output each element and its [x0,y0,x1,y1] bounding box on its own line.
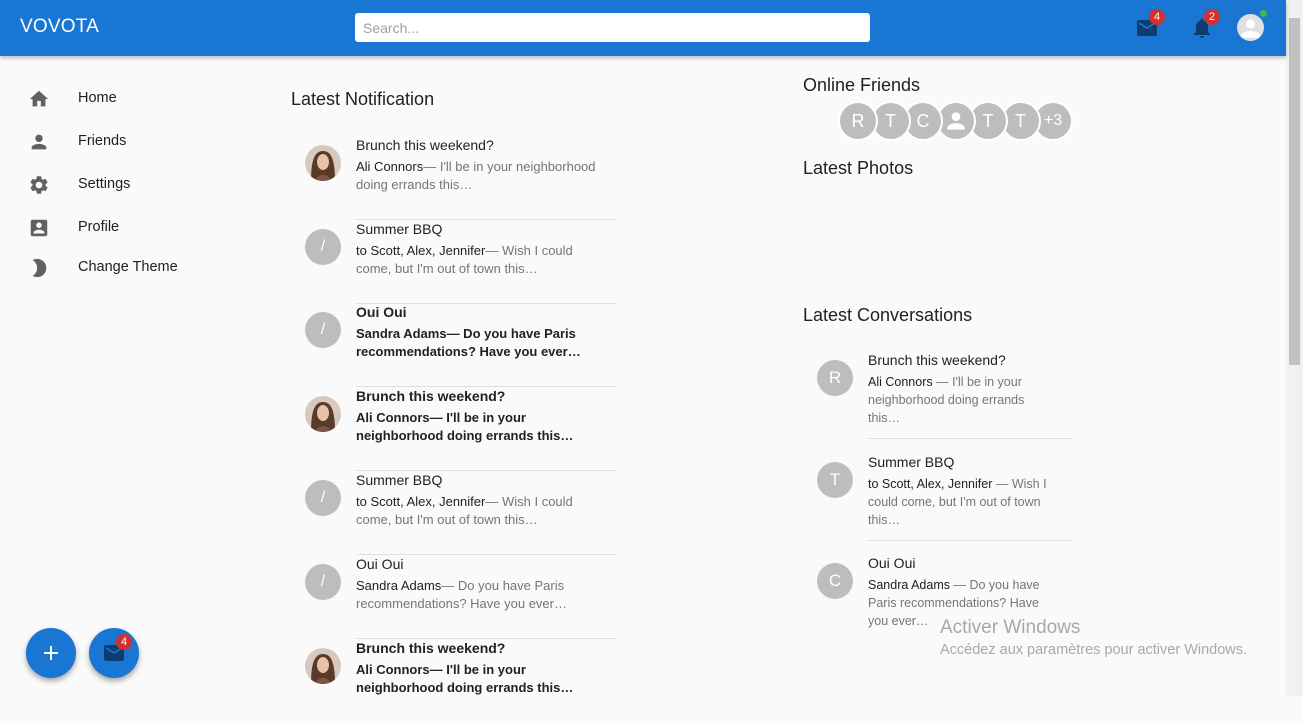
app-bar: VOVOTA 4 2 [0,0,1286,56]
sidebar-item-label: Profile [78,219,120,235]
notification-sender: to Scott, Alex, Jennifer [356,494,486,509]
gear-icon [28,174,50,196]
notification-sender: Ali Connors [356,662,430,677]
conversation-avatar: R [817,360,853,396]
notifications-title: Latest Notification [291,89,435,109]
notification-sender: Sandra Adams [356,578,442,593]
mail-fab-button[interactable]: 4 [89,628,139,678]
sidebar-item-label: Home [78,90,117,106]
fab-mail-badge: 4 [116,634,132,650]
conversation-avatar: T [817,462,853,498]
notification-item[interactable]: Brunch this weekend? Ali Connors— I'll be… [291,137,615,220]
conversation-item[interactable]: R Brunch this weekend? Ali Connors — I'll … [803,352,1073,439]
notification-title: Brunch this weekend? [356,640,506,656]
notification-avatar: / [305,480,341,516]
notification-preview: to Scott, Alex, Jennifer— Wish I could c… [356,242,611,278]
notification-avatar [305,145,341,181]
sidebar-item-settings[interactable]: Settings [0,166,240,206]
plus-icon [44,646,58,660]
conversation-sender: Ali Connors [868,375,933,389]
notification-sender: Ali Connors [356,159,424,174]
sidebar-item-label: Change Theme [78,259,178,275]
user-photo-icon [305,648,341,684]
list-divider [356,219,615,220]
user-photo-icon [305,145,341,181]
notification-title: Brunch this weekend? [356,388,506,404]
latest-photos-area [803,185,1273,295]
list-divider [868,540,1073,541]
sidebar-item-profile[interactable]: Profile [0,209,240,249]
notification-avatar: / [305,564,341,600]
home-icon [28,88,50,110]
notification-preview: Ali Connors— I'll be in your neighborhoo… [356,409,611,445]
search-input[interactable] [355,13,870,42]
notification-item[interactable]: / Summer BBQ to Scott, Alex, Jennifer— Wis… [291,221,615,304]
windows-activation-title: Activer Windows [940,617,1081,638]
add-fab-button[interactable] [26,628,76,678]
notification-item[interactable]: / Oui Oui Sandra Adams— Do you have Paris … [291,304,615,387]
notification-sender: Ali Connors [356,410,430,425]
conversation-title: Brunch this weekend? [868,352,1006,368]
person-icon [28,131,50,153]
sidebar-item-friends[interactable]: Friends [0,123,240,163]
notification-item[interactable]: / Summer BBQ to Scott, Alex, Jennifer— Wis… [291,472,615,555]
latest-photos-title: Latest Photos [803,158,914,178]
notification-preview: to Scott, Alex, Jennifer— Wish I could c… [356,493,611,529]
sidebar-item-home[interactable]: Home [0,80,240,120]
notification-avatar: / [305,229,341,265]
list-divider [868,438,1073,439]
sidebar-item-label: Settings [78,176,131,192]
notification-badge: 2 [1204,9,1220,25]
notification-title: Summer BBQ [356,221,443,237]
notification-item[interactable]: Brunch this weekend? Ali Connors— I'll be… [291,640,615,723]
sidebar-item-change-theme[interactable]: Change Theme [0,249,240,289]
person-icon [946,112,965,130]
friend-avatar[interactable]: R [838,101,878,141]
notifications-button[interactable]: 2 [1188,9,1220,42]
notification-avatar: / [305,312,341,348]
conversation-item[interactable]: T Summer BBQ to Scott, Alex, Jennifer — Wi… [803,454,1073,541]
mail-button[interactable]: 4 [1133,9,1165,42]
notification-title: Brunch this weekend? [356,137,494,153]
list-divider [356,386,615,387]
sidebar-item-label: Friends [78,133,127,149]
notification-item[interactable]: Brunch this weekend? Ali Connors— I'll be… [291,388,615,471]
contact-card-icon [28,217,50,239]
list-divider [356,470,615,471]
user-photo-icon [305,396,341,432]
list-divider [356,554,615,555]
notification-title: Oui Oui [356,304,407,320]
notification-avatar [305,648,341,684]
brand-logo[interactable]: VOVOTA [20,16,99,38]
conversation-sender: Sandra Adams [868,578,950,592]
moon-icon [28,257,50,279]
notification-item[interactable]: / Oui Oui Sandra Adams— Do you have Paris … [291,556,615,639]
windows-activation-text: Accédez aux paramètres pour activer Wind… [940,642,1248,658]
page-scrollbar-thumb[interactable] [1289,18,1300,365]
online-status-dot [1260,10,1267,17]
notification-sender: to Scott, Alex, Jennifer [356,243,486,258]
online-friends-title: Online Friends [803,75,921,95]
notification-sender: Sandra Adams [356,326,447,341]
latest-conversations-title: Latest Conversations [803,305,973,325]
account-avatar[interactable] [1237,14,1264,41]
conversation-preview: to Scott, Alex, Jennifer — Wish I could … [868,475,1058,529]
notification-preview: Ali Connors— I'll be in your neighborhoo… [356,661,611,697]
notification-preview: Sandra Adams— Do you have Paris recommen… [356,325,611,361]
conversation-preview: Ali Connors — I'll be in your neighborho… [868,373,1058,427]
notification-preview: Sandra Adams— Do you have Paris recommen… [356,577,611,613]
conversation-sender: to Scott, Alex, Jennifer [868,477,993,491]
conversation-title: Oui Oui [868,555,916,571]
notification-avatar [305,396,341,432]
mail-badge: 4 [1149,9,1165,25]
conversation-title: Summer BBQ [868,454,955,470]
notification-preview: Ali Connors— I'll be in your neighborhoo… [356,158,611,194]
conversation-avatar: C [817,563,853,599]
notification-title: Summer BBQ [356,472,443,488]
person-icon [1241,19,1260,38]
list-divider [356,638,615,639]
notification-title: Oui Oui [356,556,404,572]
